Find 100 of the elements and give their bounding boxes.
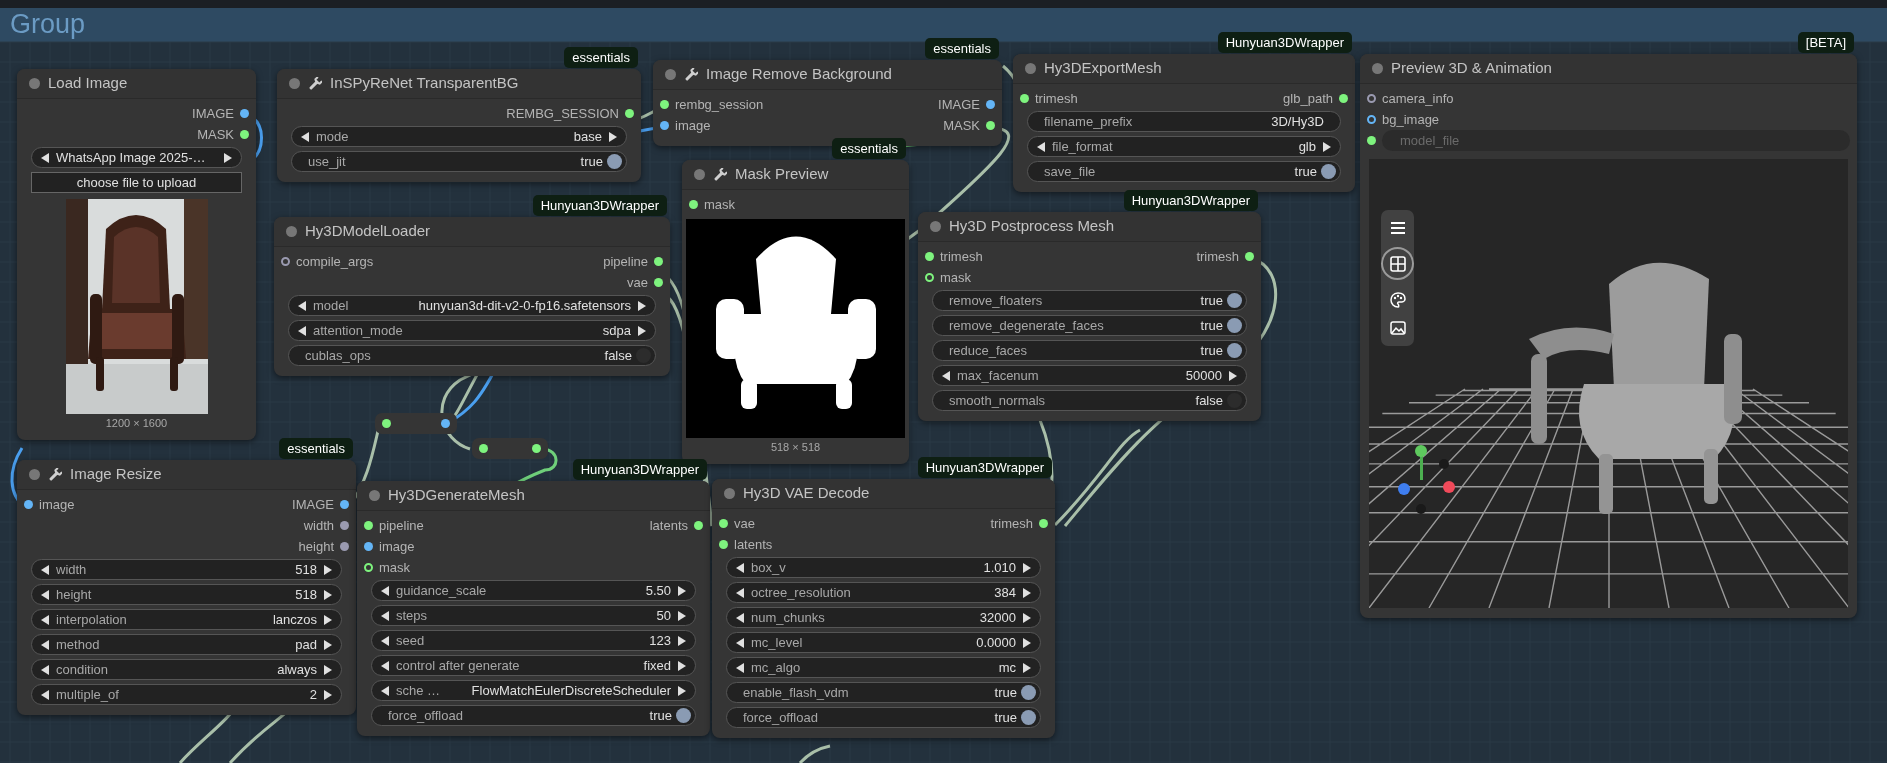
number-widget[interactable]: box_v 1.010 bbox=[726, 557, 1041, 578]
number-widget[interactable]: octree_resolution 384 bbox=[726, 582, 1041, 603]
left-arrow-icon[interactable] bbox=[735, 611, 745, 624]
left-arrow-icon[interactable] bbox=[735, 586, 745, 599]
combo-widget[interactable]: attention_mode sdpa bbox=[288, 320, 656, 341]
right-arrow-icon[interactable] bbox=[323, 588, 333, 601]
right-arrow-icon[interactable] bbox=[1022, 611, 1032, 624]
toggle-knob[interactable] bbox=[1321, 164, 1336, 179]
number-widget[interactable]: multiple_of 2 bbox=[31, 684, 342, 705]
node-card[interactable]: Load Image IMAGE MASK WhatsApp Image 2025-… choose file to upload 1200 × 1600 bbox=[17, 69, 256, 440]
left-arrow-icon[interactable] bbox=[380, 584, 390, 597]
toggle-widget[interactable]: remove_degenerate_faces true bbox=[932, 315, 1247, 336]
left-arrow-icon[interactable] bbox=[380, 609, 390, 622]
toggle-widget[interactable]: save_file true bbox=[1027, 161, 1341, 182]
left-arrow-icon[interactable] bbox=[40, 588, 50, 601]
left-arrow-icon[interactable] bbox=[735, 661, 745, 674]
toggle-widget[interactable]: enable_flash_vdm true bbox=[726, 682, 1041, 703]
combo-widget[interactable]: control after generate fixed bbox=[371, 655, 696, 676]
node-badge: Hunyuan3DWrapper bbox=[532, 195, 667, 216]
left-arrow-icon[interactable] bbox=[40, 688, 50, 701]
combo-widget[interactable]: mode base bbox=[291, 126, 627, 147]
right-arrow-icon[interactable] bbox=[323, 688, 333, 701]
left-arrow-icon[interactable] bbox=[380, 659, 390, 672]
right-arrow-icon[interactable] bbox=[677, 584, 687, 597]
left-arrow-icon[interactable] bbox=[40, 613, 50, 626]
combo-widget[interactable]: condition always bbox=[31, 659, 342, 680]
combo-widget[interactable]: file_format glb bbox=[1027, 136, 1341, 157]
number-widget[interactable]: mc_level 0.0000 bbox=[726, 632, 1041, 653]
toggle-widget[interactable]: force_offload true bbox=[371, 705, 696, 726]
model-file-field[interactable]: model_file bbox=[1382, 130, 1850, 151]
grid-toggle-button[interactable] bbox=[1381, 247, 1414, 281]
number-widget[interactable]: steps 50 bbox=[371, 605, 696, 626]
left-arrow-icon[interactable] bbox=[735, 561, 745, 574]
toggle-widget[interactable]: use_jit true bbox=[291, 151, 627, 172]
left-arrow-icon[interactable] bbox=[297, 299, 307, 312]
toggle-knob[interactable] bbox=[636, 348, 651, 363]
toggle-widget[interactable]: force_offload true bbox=[726, 707, 1041, 728]
right-arrow-icon[interactable] bbox=[1322, 140, 1332, 153]
combo-widget[interactable]: method pad bbox=[31, 634, 342, 655]
toggle-knob[interactable] bbox=[1021, 710, 1036, 725]
right-arrow-icon[interactable] bbox=[323, 613, 333, 626]
upload-button[interactable]: choose file to upload bbox=[31, 172, 242, 193]
right-arrow-icon[interactable] bbox=[223, 151, 233, 164]
toggle-knob[interactable] bbox=[676, 708, 691, 723]
text-widget[interactable]: filename_prefix 3D/Hy3D bbox=[1027, 111, 1341, 132]
image-icon[interactable] bbox=[1388, 318, 1407, 337]
reroute-node[interactable] bbox=[375, 413, 457, 434]
toggle-widget[interactable]: cublas_ops false bbox=[288, 345, 656, 366]
left-arrow-icon[interactable] bbox=[40, 151, 50, 164]
toggle-knob[interactable] bbox=[1227, 343, 1242, 358]
toggle-widget[interactable]: smooth_normals false bbox=[932, 390, 1247, 411]
combo-widget[interactable]: mc_algo mc bbox=[726, 657, 1041, 678]
right-arrow-icon[interactable] bbox=[637, 299, 647, 312]
right-arrow-icon[interactable] bbox=[677, 659, 687, 672]
combo-widget[interactable]: model hunyuan3d-dit-v2-0-fp16.safetensors bbox=[288, 295, 656, 316]
left-arrow-icon[interactable] bbox=[40, 638, 50, 651]
number-widget[interactable]: max_facenum 50000 bbox=[932, 365, 1247, 386]
left-arrow-icon[interactable] bbox=[380, 684, 390, 697]
toggle-knob[interactable] bbox=[1227, 393, 1242, 408]
right-arrow-icon[interactable] bbox=[1022, 586, 1032, 599]
left-arrow-icon[interactable] bbox=[300, 130, 310, 143]
node-title: Hy3D VAE Decode bbox=[743, 483, 870, 504]
right-arrow-icon[interactable] bbox=[1022, 661, 1032, 674]
palette-icon[interactable] bbox=[1388, 290, 1407, 309]
combo-widget[interactable]: sche … FlowMatchEulerDiscreteScheduler bbox=[371, 680, 696, 701]
right-arrow-icon[interactable] bbox=[323, 638, 333, 651]
toggle-knob[interactable] bbox=[1227, 318, 1242, 333]
number-widget[interactable]: seed 123 bbox=[371, 630, 696, 651]
right-arrow-icon[interactable] bbox=[608, 130, 618, 143]
toggle-knob[interactable] bbox=[1021, 685, 1036, 700]
left-arrow-icon[interactable] bbox=[1036, 140, 1046, 153]
input-label: compile_args bbox=[296, 252, 374, 271]
reroute-node[interactable] bbox=[472, 438, 548, 459]
right-arrow-icon[interactable] bbox=[677, 684, 687, 697]
left-arrow-icon[interactable] bbox=[40, 563, 50, 576]
right-arrow-icon[interactable] bbox=[1022, 561, 1032, 574]
combo-widget[interactable]: WhatsApp Image 2025-… bbox=[31, 147, 242, 168]
left-arrow-icon[interactable] bbox=[40, 663, 50, 676]
left-arrow-icon[interactable] bbox=[380, 634, 390, 647]
node-title: Hy3DGenerateMesh bbox=[388, 485, 525, 506]
input-label: trimesh bbox=[940, 247, 983, 266]
left-arrow-icon[interactable] bbox=[297, 324, 307, 337]
toggle-knob[interactable] bbox=[1227, 293, 1242, 308]
right-arrow-icon[interactable] bbox=[323, 563, 333, 576]
toggle-knob[interactable] bbox=[607, 154, 622, 169]
toggle-widget[interactable]: reduce_faces true bbox=[932, 340, 1247, 361]
number-widget[interactable]: guidance_scale 5.50 bbox=[371, 580, 696, 601]
toggle-widget[interactable]: remove_floaters true bbox=[932, 290, 1247, 311]
number-widget[interactable]: num_chunks 32000 bbox=[726, 607, 1041, 628]
number-widget[interactable]: width 518 bbox=[31, 559, 342, 580]
right-arrow-icon[interactable] bbox=[637, 324, 647, 337]
right-arrow-icon[interactable] bbox=[323, 663, 333, 676]
right-arrow-icon[interactable] bbox=[677, 609, 687, 622]
left-arrow-icon[interactable] bbox=[941, 369, 951, 382]
number-widget[interactable]: height 518 bbox=[31, 584, 342, 605]
right-arrow-icon[interactable] bbox=[1022, 636, 1032, 649]
right-arrow-icon[interactable] bbox=[1228, 369, 1238, 382]
combo-widget[interactable]: interpolation lanczos bbox=[31, 609, 342, 630]
left-arrow-icon[interactable] bbox=[735, 636, 745, 649]
right-arrow-icon[interactable] bbox=[677, 634, 687, 647]
